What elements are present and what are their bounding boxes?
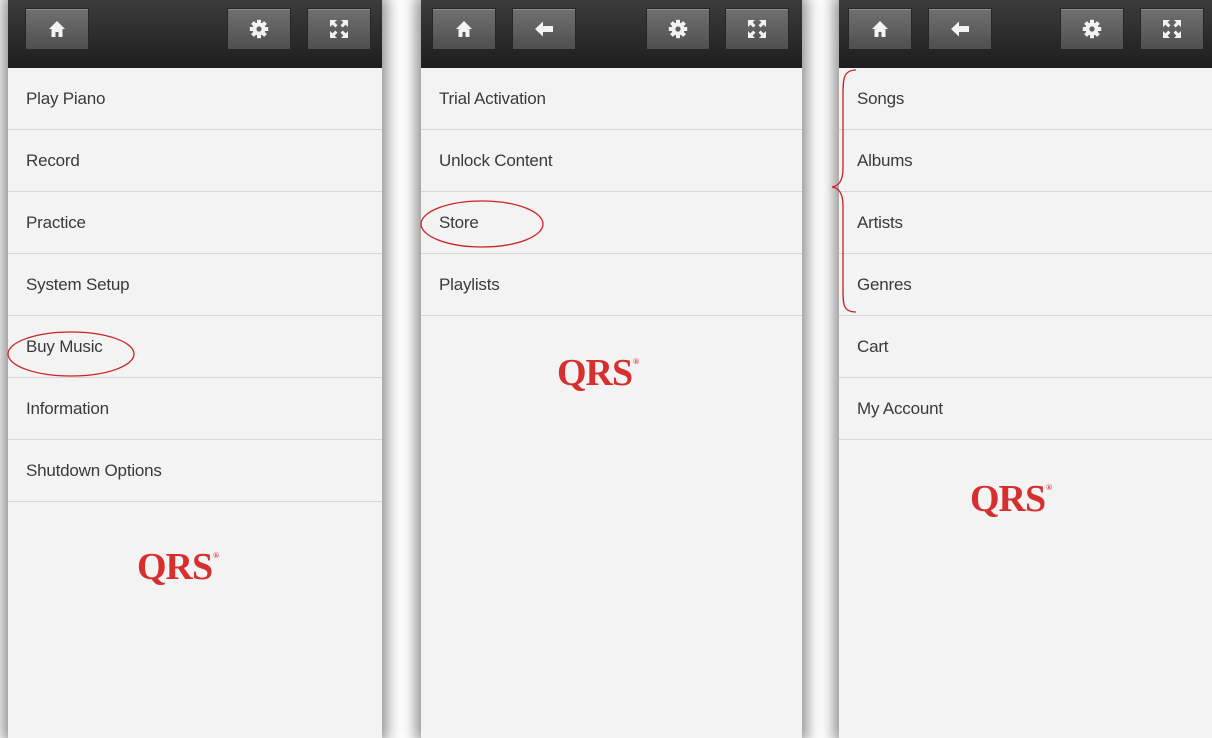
toolbar [839, 0, 1212, 68]
menu-item-my-account[interactable]: My Account [839, 378, 1212, 440]
store-menu-list: Songs Albums Artists Genres Cart My Acco… [839, 68, 1212, 440]
home-icon [49, 21, 65, 37]
menu-item-albums[interactable]: Albums [839, 130, 1212, 192]
settings-button[interactable] [1060, 8, 1124, 50]
menu-item-cart[interactable]: Cart [839, 316, 1212, 378]
menu-item-record[interactable]: Record [8, 130, 382, 192]
settings-button[interactable] [227, 8, 291, 50]
menu-item-songs[interactable]: Songs [839, 68, 1212, 130]
store-panel: Songs Albums Artists Genres Cart My Acco… [839, 0, 1212, 738]
fullscreen-icon [330, 20, 348, 38]
qrs-logo: QRS® [557, 352, 639, 394]
menu-item-system-setup[interactable]: System Setup [8, 254, 382, 316]
buy-music-panel: Trial Activation Unlock Content Store Pl… [421, 0, 802, 738]
qrs-logo: QRS® [970, 478, 1052, 520]
menu-item-playlists[interactable]: Playlists [421, 254, 802, 316]
gear-icon [668, 19, 688, 39]
fullscreen-button[interactable] [1140, 8, 1204, 50]
menu-item-play-piano[interactable]: Play Piano [8, 68, 382, 130]
back-button[interactable] [512, 8, 576, 50]
home-button[interactable] [25, 8, 89, 50]
menu-item-shutdown-options[interactable]: Shutdown Options [8, 440, 382, 502]
home-button[interactable] [848, 8, 912, 50]
qrs-logo: QRS® [137, 546, 219, 588]
menu-item-information[interactable]: Information [8, 378, 382, 440]
fullscreen-icon [1163, 20, 1181, 38]
back-arrow-icon [535, 21, 553, 37]
back-arrow-icon [951, 21, 969, 37]
toolbar [8, 0, 382, 68]
menu-item-genres[interactable]: Genres [839, 254, 1212, 316]
menu-item-unlock-content[interactable]: Unlock Content [421, 130, 802, 192]
home-icon [456, 21, 472, 37]
fullscreen-button[interactable] [307, 8, 371, 50]
main-menu-panel: Play Piano Record Practice System Setup … [8, 0, 382, 738]
home-button[interactable] [432, 8, 496, 50]
back-button[interactable] [928, 8, 992, 50]
fullscreen-icon [748, 20, 766, 38]
main-menu-list: Play Piano Record Practice System Setup … [8, 68, 382, 502]
menu-item-trial-activation[interactable]: Trial Activation [421, 68, 802, 130]
menu-item-practice[interactable]: Practice [8, 192, 382, 254]
toolbar [421, 0, 802, 68]
gear-icon [1082, 19, 1102, 39]
menu-item-store[interactable]: Store [421, 192, 802, 254]
settings-button[interactable] [646, 8, 710, 50]
gear-icon [249, 19, 269, 39]
fullscreen-button[interactable] [725, 8, 789, 50]
buy-music-menu-list: Trial Activation Unlock Content Store Pl… [421, 68, 802, 316]
menu-item-artists[interactable]: Artists [839, 192, 1212, 254]
home-icon [872, 21, 888, 37]
menu-item-buy-music[interactable]: Buy Music [8, 316, 382, 378]
